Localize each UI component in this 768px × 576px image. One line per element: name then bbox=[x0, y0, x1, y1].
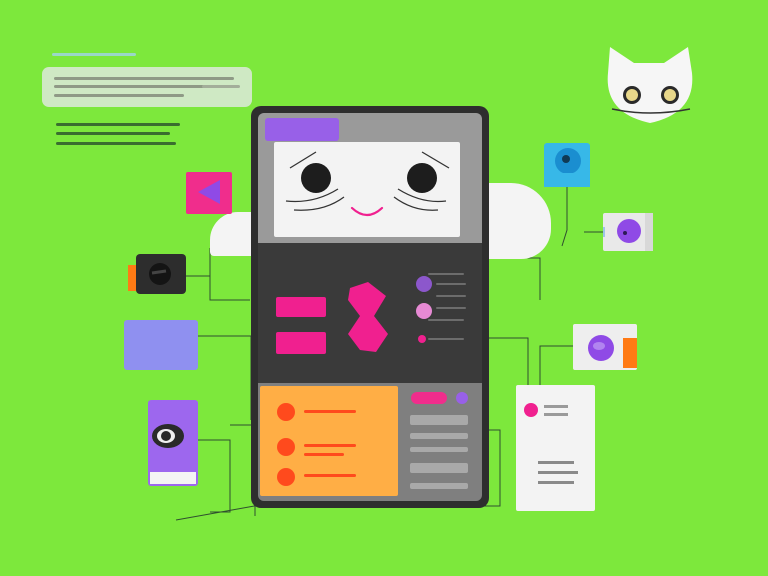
toggle-knob-icon bbox=[599, 213, 653, 251]
text-line bbox=[544, 405, 568, 408]
list-item[interactable] bbox=[304, 453, 344, 456]
phone-screen bbox=[258, 113, 482, 501]
cloud-shape bbox=[483, 183, 551, 259]
play-icon bbox=[198, 180, 220, 204]
list-item[interactable] bbox=[304, 410, 356, 413]
header-pill-button[interactable] bbox=[265, 118, 339, 141]
mini-phone-widget[interactable] bbox=[148, 400, 198, 486]
list-line bbox=[428, 338, 464, 340]
orange-list-card bbox=[260, 386, 398, 496]
document-card[interactable] bbox=[516, 385, 595, 511]
radio-dot-icon[interactable] bbox=[456, 392, 468, 404]
pink-shape-icon bbox=[348, 282, 388, 352]
blue-card[interactable] bbox=[124, 320, 198, 370]
camera-widget[interactable] bbox=[544, 143, 590, 187]
text-line bbox=[410, 447, 468, 452]
note-card bbox=[42, 67, 252, 107]
play-button[interactable] bbox=[186, 172, 232, 214]
face-lines bbox=[285, 151, 450, 217]
dial-widget[interactable] bbox=[136, 254, 186, 294]
list-bullet-icon bbox=[277, 438, 295, 456]
text-line bbox=[410, 415, 468, 425]
radio-dot-icon bbox=[524, 403, 538, 417]
text-scribble bbox=[56, 120, 186, 150]
radio-dot-icon[interactable] bbox=[418, 335, 426, 343]
content-section bbox=[258, 243, 482, 383]
dial-icon bbox=[149, 263, 171, 285]
list-item[interactable] bbox=[304, 474, 356, 477]
header-band bbox=[258, 113, 482, 243]
pink-bar-button[interactable] bbox=[276, 297, 326, 317]
cat-mascot-icon bbox=[607, 47, 693, 123]
accent-tab bbox=[128, 265, 136, 291]
lens-icon bbox=[544, 148, 590, 187]
text-line bbox=[410, 483, 468, 489]
toggle-widget[interactable] bbox=[573, 324, 637, 370]
pink-bar-button[interactable] bbox=[276, 332, 326, 354]
text-line bbox=[538, 471, 578, 474]
text-line bbox=[544, 413, 568, 416]
list-line bbox=[428, 273, 464, 275]
text-line bbox=[538, 481, 574, 484]
eye-icon bbox=[150, 424, 196, 484]
list-line bbox=[436, 307, 466, 309]
radio-dot-icon[interactable] bbox=[416, 303, 432, 319]
list-line bbox=[428, 319, 464, 321]
toggle-knob-icon bbox=[588, 335, 637, 368]
text-line bbox=[410, 433, 468, 439]
list-line bbox=[436, 295, 466, 297]
text-line bbox=[538, 461, 574, 464]
bottom-panel bbox=[258, 383, 482, 501]
heading-scribble bbox=[52, 50, 136, 60]
list-bullet-icon bbox=[277, 403, 295, 421]
list-bullet-icon bbox=[277, 468, 295, 486]
pink-pill-button[interactable] bbox=[411, 392, 447, 404]
list-item[interactable] bbox=[304, 444, 356, 447]
radio-dot-icon[interactable] bbox=[416, 276, 432, 292]
list-line bbox=[436, 283, 466, 285]
text-line bbox=[410, 463, 468, 473]
toggle-widget[interactable] bbox=[599, 213, 653, 251]
smiling-face-icon bbox=[274, 142, 460, 237]
